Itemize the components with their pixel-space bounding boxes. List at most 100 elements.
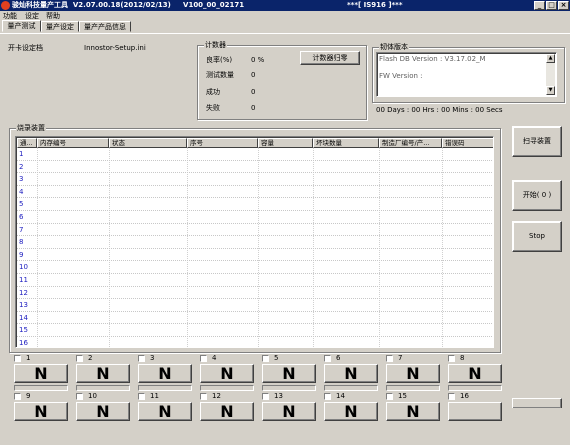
reset-counter-button[interactable]: 计数器归零 (300, 51, 360, 65)
slot-2: 2N (76, 354, 130, 391)
table-row[interactable]: 12 (17, 287, 493, 300)
scroll-down-icon[interactable]: ▼ (546, 86, 555, 95)
table-row[interactable]: 3 (17, 173, 493, 186)
fail-label: 失败 (206, 104, 220, 112)
slot-number: 14 (336, 392, 345, 400)
slot-checkbox[interactable] (386, 393, 393, 400)
slot-checkbox[interactable] (262, 393, 269, 400)
scan-device-button[interactable]: 扫寻装置 (512, 126, 562, 157)
slot-status-button[interactable]: N (386, 402, 440, 421)
tested-value: 0 (251, 71, 256, 79)
slot-status-button[interactable]: N (448, 364, 502, 383)
slot-number: 3 (150, 354, 155, 362)
row-number: 1 (19, 150, 24, 158)
slot-status-button[interactable]: N (138, 364, 192, 383)
menu-function[interactable]: 功能 (3, 12, 17, 20)
slot-status-button[interactable]: N (76, 402, 130, 421)
row-number: 3 (19, 175, 24, 184)
scroll-up-icon[interactable]: ▲ (546, 54, 555, 63)
slot-number: 10 (88, 392, 97, 400)
stop-button[interactable]: Stop (512, 221, 562, 252)
col-memory-id[interactable]: 内存编号 (37, 138, 109, 148)
table-row[interactable]: 4 (17, 186, 493, 199)
table-row[interactable]: 2 (17, 161, 493, 174)
table-row[interactable]: 16 (17, 337, 493, 347)
menu-help[interactable]: 帮助 (46, 12, 60, 20)
col-manufacturer[interactable]: 制造厂编号/产... (379, 138, 442, 148)
slot-status-button[interactable]: N (200, 364, 254, 383)
slot-checkbox[interactable] (324, 393, 331, 400)
slot-status-button[interactable]: N (262, 364, 316, 383)
tab-production-settings[interactable]: 量产设定 (41, 21, 79, 32)
slot-checkbox[interactable] (138, 393, 145, 400)
table-row[interactable]: 15 (17, 324, 493, 337)
slot-number: 5 (274, 354, 279, 362)
slot-status-button[interactable]: N (138, 402, 192, 421)
table-row[interactable]: 10 (17, 261, 493, 274)
table-row[interactable]: 1 (17, 148, 493, 161)
tab-production-test[interactable]: 量产测试 (2, 20, 41, 32)
col-serial[interactable]: 序号 (187, 138, 258, 148)
slot-status-button[interactable]: N (262, 402, 316, 421)
slot-6: 6N (324, 354, 378, 391)
slot-checkbox[interactable] (200, 355, 207, 362)
slot-checkbox[interactable] (448, 355, 455, 362)
slot-status-button[interactable]: N (324, 364, 378, 383)
table-row[interactable]: 13 (17, 299, 493, 312)
device-id-title: ***[ IS916 ]*** (347, 1, 403, 9)
menu-settings[interactable]: 设定 (25, 12, 39, 20)
maximize-button[interactable]: □ (546, 1, 557, 10)
slot-number: 15 (398, 392, 407, 400)
slot-9: 9N (14, 392, 68, 429)
row-number: 13 (19, 301, 28, 310)
slot-status-button[interactable]: N (386, 364, 440, 383)
minimize-button[interactable]: _ (534, 1, 545, 10)
row-number: 14 (19, 313, 28, 322)
slot-progress-bar (324, 385, 378, 391)
table-row[interactable]: 9 (17, 249, 493, 262)
slot-14: 14 N (324, 392, 378, 429)
table-row[interactable]: 5 (17, 198, 493, 211)
slot-number: 12 (212, 392, 221, 400)
device-table[interactable]: 通... 内存编号 状态 序号 容量 坏块数量 制造厂编号/产... 错误码 1… (15, 136, 494, 348)
slot-status-button[interactable]: N (76, 364, 130, 383)
slot-checkbox[interactable] (76, 355, 83, 362)
slot-checkbox[interactable] (14, 393, 21, 400)
table-row[interactable]: 7 (17, 224, 493, 237)
slot-status-button[interactable] (448, 402, 502, 421)
flash-db-version: Flash DB Version : V3.17.02_M (379, 55, 486, 63)
slot-status-button[interactable]: N (14, 364, 68, 383)
close-button[interactable]: × (558, 1, 569, 10)
slot-4: 4N (200, 354, 254, 391)
col-status[interactable]: 状态 (109, 138, 187, 148)
slot-checkbox[interactable] (448, 393, 455, 400)
col-bad-blocks[interactable]: 坏块数量 (313, 138, 379, 148)
slot-checkbox[interactable] (76, 393, 83, 400)
yield-label: 良率(%) (206, 56, 233, 64)
start-button[interactable]: 开始( 0 ) (512, 180, 562, 211)
slot-status-button[interactable]: N (14, 402, 68, 421)
slot-checkbox[interactable] (386, 355, 393, 362)
col-capacity[interactable]: 容量 (258, 138, 313, 148)
slot-progress-bar (138, 385, 192, 391)
col-error-code[interactable]: 错误码 (442, 138, 493, 148)
col-channel[interactable]: 通... (17, 138, 37, 148)
firmware-textarea[interactable]: Flash DB Version : V3.17.02_M FW Version… (376, 52, 557, 97)
table-row[interactable]: 8 (17, 236, 493, 249)
row-number: 2 (19, 162, 24, 171)
slot-checkbox[interactable] (14, 355, 21, 362)
slot-checkbox[interactable] (200, 393, 207, 400)
firmware-scrollbar[interactable]: ▲ ▼ (546, 54, 555, 95)
slot-status-button[interactable]: N (200, 402, 254, 421)
slot-checkbox[interactable] (262, 355, 269, 362)
slot-checkbox[interactable] (324, 355, 331, 362)
table-row[interactable]: 11 (17, 274, 493, 287)
tab-divider (0, 33, 570, 34)
table-row[interactable]: 14 (17, 312, 493, 325)
table-row[interactable]: 6 (17, 211, 493, 224)
slot-checkbox[interactable] (138, 355, 145, 362)
slot-number: 7 (398, 354, 403, 362)
slot-3: 3N (138, 354, 192, 391)
slot-status-button[interactable]: N (324, 402, 378, 421)
tab-product-info[interactable]: 量产产品信息 (79, 21, 131, 32)
